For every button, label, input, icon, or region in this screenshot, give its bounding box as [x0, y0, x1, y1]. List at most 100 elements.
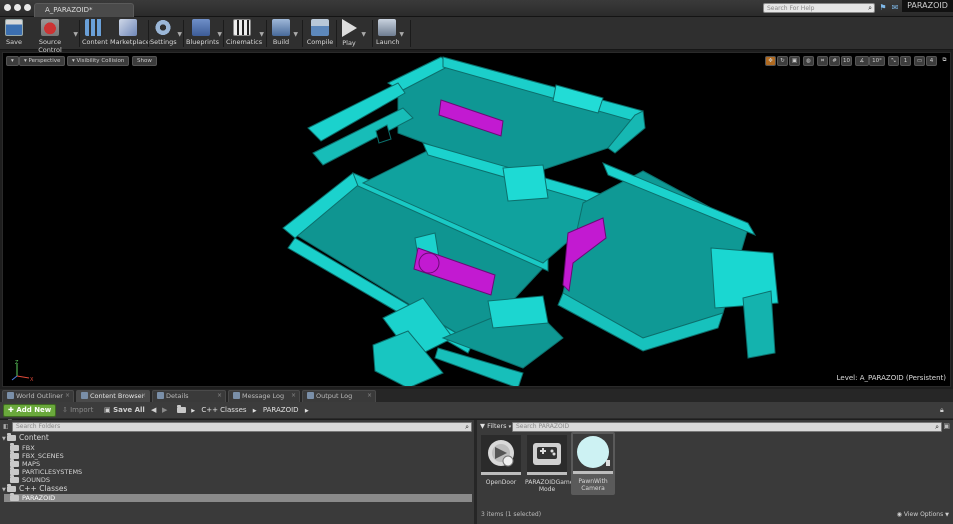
level-scene[interactable]	[3, 53, 951, 387]
asset-tile-opendoor[interactable]: OpenDoor	[479, 433, 523, 496]
tree-item-particlesystems[interactable]: PARTICLESYSTEMS	[10, 467, 82, 476]
maximize-window-button[interactable]	[24, 4, 31, 11]
folder-icon	[10, 475, 19, 483]
filters-label: Filters	[487, 422, 507, 430]
rotation-snap-value[interactable]: 10°	[869, 56, 885, 66]
tab-content-browser[interactable]: Content Browser ×	[76, 390, 150, 402]
chevron-down-icon[interactable]: ▼	[399, 31, 404, 38]
settings-button[interactable]: Settings ▼	[150, 19, 182, 49]
chevron-down-icon[interactable]: ▼	[177, 31, 182, 38]
tree-item-fbx-scenes[interactable]: FBX_SCENES	[10, 451, 64, 460]
world-outliner-icon	[7, 392, 14, 399]
tree-item-sounds[interactable]: SOUNDS	[10, 475, 50, 484]
chevron-down-icon[interactable]: ▼	[259, 31, 264, 38]
settings-label: Settings	[150, 38, 177, 46]
save-search-icon[interactable]: ▣	[943, 422, 950, 430]
chevron-down-icon[interactable]: ▼	[293, 31, 298, 38]
add-new-button[interactable]: ✚ Add New ▼	[3, 404, 56, 425]
asset-tile-gamemode[interactable]: PARAZOIDGame Mode	[525, 433, 573, 496]
launch-icon	[378, 19, 396, 36]
grid-size-value[interactable]: 10	[841, 56, 852, 66]
view-options-button[interactable]: ◉ View Options ▼	[897, 511, 949, 518]
camera-speed-icon[interactable]: ▭	[914, 56, 925, 66]
tab-message-log[interactable]: Message Log ×	[228, 390, 300, 402]
launch-label: Launch	[376, 38, 400, 46]
tree-item-parazoid[interactable]: PARAZOID	[4, 493, 472, 502]
help-search-input[interactable]: Search For Help ⌕	[763, 3, 875, 13]
level-viewport[interactable]: ▾ ▾ Perspective ▾ Visibility Collision S…	[2, 52, 951, 387]
maximize-viewport-icon[interactable]: ⧉	[940, 56, 949, 66]
tree-item-content[interactable]: ▼ Content	[2, 433, 49, 442]
chevron-down-icon[interactable]: ▼	[73, 31, 78, 38]
tree-item-label: FBX	[22, 444, 35, 452]
toolbar-separator	[223, 20, 224, 47]
viewport-options-button[interactable]: ▾	[6, 56, 19, 66]
close-icon[interactable]: ×	[291, 392, 296, 399]
chevron-down-icon: ▾	[508, 424, 512, 430]
pawn-icon	[577, 436, 610, 468]
close-icon[interactable]: ×	[141, 392, 146, 399]
rotation-snap-icon[interactable]: ∡	[855, 56, 869, 66]
build-button[interactable]: Build ▼	[270, 19, 298, 49]
tree-item-cpp-classes[interactable]: ▼ C++ Classes	[2, 484, 67, 493]
breadcrumb-item[interactable]: PARAZOID	[263, 406, 299, 414]
show-button[interactable]: Show	[132, 56, 157, 66]
blueprints-button[interactable]: Blueprints ▼	[186, 19, 222, 49]
play-label: Play	[342, 39, 356, 47]
folder-icon	[10, 493, 19, 501]
collapse-tree-icon[interactable]: ◧	[3, 423, 9, 430]
chevron-down-icon[interactable]: ▼	[361, 31, 366, 38]
scale-tool-icon[interactable]: ▣	[789, 56, 800, 66]
right-stairs-block	[742, 290, 776, 359]
save-all-button[interactable]: ▣ Save All	[104, 406, 145, 414]
save-button[interactable]: Save	[3, 19, 25, 49]
marketplace-button[interactable]: Marketplace	[110, 19, 150, 49]
save-label: Save	[6, 38, 22, 46]
compile-button[interactable]: Compile	[306, 19, 334, 49]
lock-icon[interactable]: 🔒︎	[940, 406, 944, 415]
info-icon[interactable]: ✉	[890, 3, 900, 13]
import-icon: ⇩	[62, 406, 68, 414]
view-mode-button[interactable]: ▾ Visibility Collision	[67, 56, 130, 66]
save-all-icon: ▣	[104, 406, 111, 414]
grid-snap-icon[interactable]: #	[829, 56, 840, 66]
play-button[interactable]: Play ▼	[338, 19, 366, 49]
translate-tool-icon[interactable]: ✥	[765, 56, 776, 66]
back-button[interactable]: ◀	[151, 406, 156, 414]
actor-component-icon	[488, 440, 514, 467]
tree-item-label: SOUNDS	[22, 476, 50, 484]
close-icon[interactable]: ×	[65, 392, 70, 399]
surface-snap-icon[interactable]: ⌗	[817, 56, 828, 66]
rotate-tool-icon[interactable]: ↻	[777, 56, 788, 66]
level-document-tab[interactable]: A_PARAZOID*	[34, 3, 134, 17]
tab-world-outliner[interactable]: World Outliner ×	[2, 390, 74, 402]
folder-search-input[interactable]: Search Folders ⌕	[12, 422, 472, 432]
tab-details[interactable]: Details ×	[152, 390, 226, 402]
close-icon[interactable]: ×	[217, 392, 222, 399]
forward-button[interactable]: ▶	[162, 406, 167, 414]
asset-thumbnail	[481, 435, 521, 475]
chevron-down-icon[interactable]: ▼	[217, 31, 222, 38]
scale-snap-value[interactable]: 1	[900, 56, 911, 66]
filters-button[interactable]: ▼ Filters ▾	[480, 422, 511, 430]
close-icon[interactable]: ×	[367, 392, 372, 399]
scale-snap-icon[interactable]: ⤡	[888, 56, 899, 66]
asset-search-input[interactable]: Search PARAZOID ⌕	[512, 422, 942, 432]
minimize-window-button[interactable]	[14, 4, 21, 11]
content-button[interactable]: Content	[82, 19, 108, 49]
launch-button[interactable]: Launch ▼	[376, 19, 404, 49]
notification-icon[interactable]: ⚑	[878, 3, 888, 13]
asset-tile-pawnwithcamera[interactable]: PawnWith Camera	[571, 432, 615, 495]
tab-output-log[interactable]: Output Log ×	[302, 390, 376, 402]
tree-item-maps[interactable]: MAPS	[10, 459, 40, 468]
import-button[interactable]: ⇩ Import	[62, 406, 93, 414]
camera-speed-value[interactable]: 4	[926, 56, 937, 66]
folder-icon	[7, 433, 16, 441]
cinematics-button[interactable]: Cinematics ▼	[226, 19, 264, 49]
perspective-button[interactable]: ▾ Perspective	[19, 56, 66, 66]
source-control-button[interactable]: Source Control ▼	[28, 19, 78, 54]
main-toolbar: Save Source Control ▼ Content Marketplac…	[0, 17, 953, 54]
breadcrumb-item[interactable]: C++ Classes	[201, 406, 246, 414]
world-space-icon[interactable]: ◍	[803, 56, 814, 66]
close-window-button[interactable]	[4, 4, 11, 11]
